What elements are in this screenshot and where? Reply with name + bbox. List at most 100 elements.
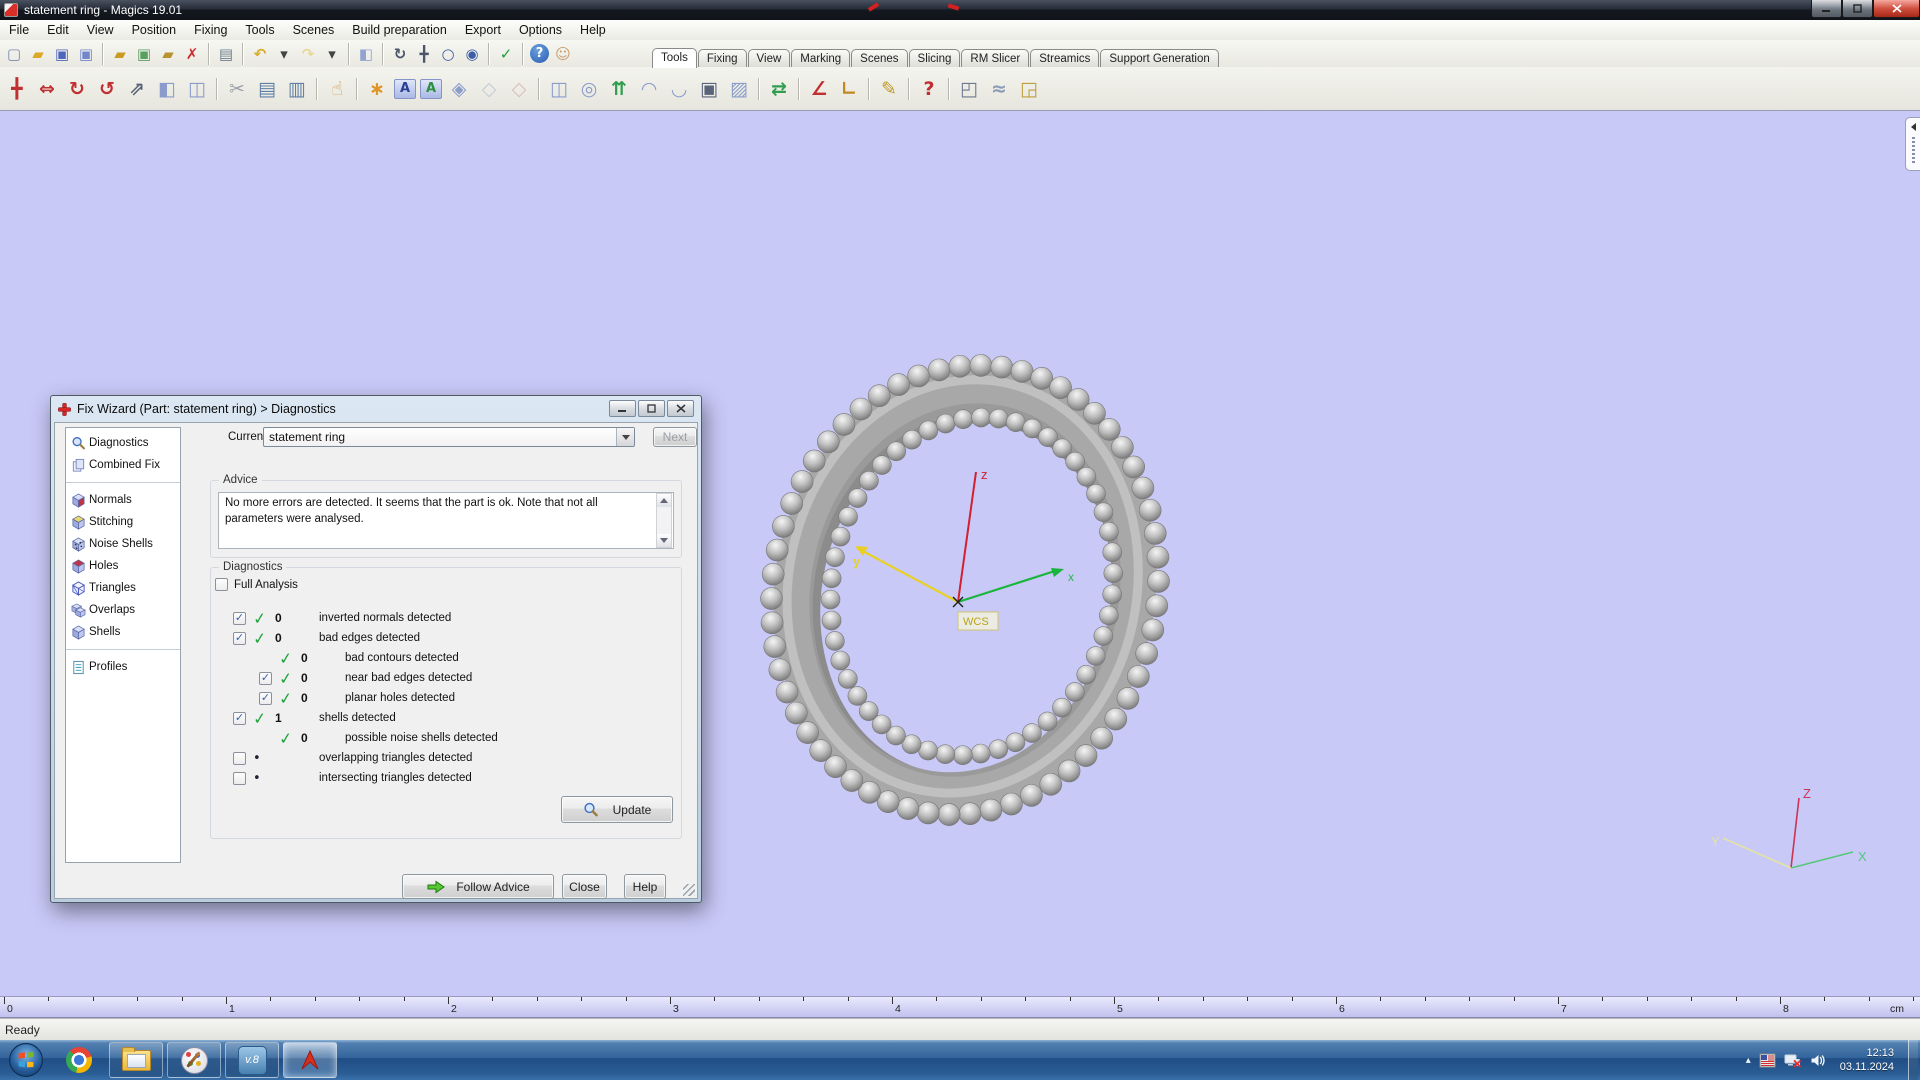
default-views-icon[interactable]: ◧ <box>354 42 378 66</box>
taskbar-explorer-button[interactable] <box>109 1042 163 1078</box>
row-enable-checkbox[interactable]: ✓ <box>233 632 246 645</box>
current-part-dropdown[interactable]: statement ring <box>263 427 635 447</box>
fix-wizard-icon[interactable]: ✓ <box>494 42 518 66</box>
coordinate-system-icon[interactable]: ∟ <box>834 74 864 104</box>
undo-menu-icon[interactable]: ▾ <box>272 42 296 66</box>
network-status-icon[interactable] <box>1784 1053 1802 1068</box>
viewport-side-panel-handle[interactable] <box>1905 117 1920 171</box>
row-enable-checkbox[interactable]: ✓ <box>233 612 246 625</box>
export-part-icon[interactable]: ▰ <box>156 42 180 66</box>
follow-advice-button[interactable]: Follow Advice <box>402 874 554 899</box>
help-button[interactable]: Help <box>624 874 666 899</box>
perforate-icon[interactable]: ▨ <box>724 74 754 104</box>
offset-surface-icon[interactable]: ◠ <box>634 74 664 104</box>
taskbar-clock[interactable]: 12:13 03.11.2024 <box>1840 1046 1894 1075</box>
menu-export[interactable]: Export <box>456 20 510 40</box>
smooth-surface-icon[interactable]: ◡ <box>664 74 694 104</box>
window-maximize-button[interactable] <box>1842 0 1873 18</box>
menu-tools[interactable]: Tools <box>236 20 283 40</box>
tab-scenes[interactable]: Scenes <box>851 49 907 68</box>
menu-scenes[interactable]: Scenes <box>284 20 344 40</box>
boolean-union-icon[interactable]: ◇ <box>474 74 504 104</box>
punch-hole-icon[interactable]: ◎ <box>574 74 604 104</box>
measure-icon[interactable]: ∠ <box>804 74 834 104</box>
plugin-icon[interactable]: ◰ <box>954 74 984 104</box>
row-enable-checkbox[interactable]: ✓ <box>233 712 246 725</box>
zoom-view-icon[interactable]: ○ <box>436 42 460 66</box>
streamics-icon[interactable]: ≈ <box>984 74 1014 104</box>
sidebar-item-shells[interactable]: Shells <box>66 621 180 643</box>
row-enable-checkbox[interactable]: ✓ <box>259 672 272 685</box>
translate-icon[interactable]: ╋ <box>2 74 32 104</box>
edit-triangles-icon[interactable]: ✎ <box>874 74 904 104</box>
scroll-up-icon[interactable] <box>657 494 671 507</box>
save-all-icon[interactable]: ▣ <box>74 42 98 66</box>
align-icon[interactable]: ⇄ <box>764 74 794 104</box>
new-document-icon[interactable]: ▢ <box>2 42 26 66</box>
create-part-icon[interactable]: ∗ <box>362 74 392 104</box>
menu-fixing[interactable]: Fixing <box>185 20 236 40</box>
menu-view[interactable]: View <box>78 20 123 40</box>
remove-part-icon[interactable]: ✗ <box>180 42 204 66</box>
advice-scrollbar[interactable] <box>656 493 672 548</box>
show-desktop-button[interactable] <box>1908 1040 1918 1080</box>
menu-file[interactable]: File <box>0 20 38 40</box>
close-button[interactable]: Close <box>562 874 607 899</box>
taskbar-chrome-button[interactable] <box>53 1043 105 1077</box>
interactive-rotate-icon[interactable]: ↺ <box>92 74 122 104</box>
scroll-down-icon[interactable] <box>657 534 671 547</box>
menu-position[interactable]: Position <box>123 20 185 40</box>
tab-slicing[interactable]: Slicing <box>909 49 961 68</box>
sidebar-item-overlaps[interactable]: Overlaps <box>66 599 180 621</box>
tab-view[interactable]: View <box>748 49 791 68</box>
redo-menu-icon[interactable]: ▾ <box>320 42 344 66</box>
next-button[interactable]: Next <box>653 427 697 447</box>
cut-icon[interactable]: ✂ <box>222 74 252 104</box>
dropdown-arrow-icon[interactable] <box>616 428 634 446</box>
texture-label-icon[interactable]: A <box>420 79 442 99</box>
redo-icon[interactable]: ↷ <box>296 42 320 66</box>
taskbar-v8-button[interactable]: v.8 <box>225 1042 279 1078</box>
copy-icon[interactable]: ▤ <box>252 74 282 104</box>
taskbar-magics-button[interactable] <box>283 1042 337 1078</box>
assistant-icon[interactable]: ☺ <box>551 42 575 66</box>
sidebar-item-stitching[interactable]: Stitching <box>66 511 180 533</box>
tab-marking[interactable]: Marking <box>791 49 850 68</box>
window-close-button[interactable] <box>1873 0 1920 18</box>
sidebar-item-noise-shells[interactable]: Noise Shells <box>66 533 180 555</box>
full-analysis-checkbox[interactable] <box>215 578 228 591</box>
menu-options[interactable]: Options <box>510 20 571 40</box>
extrude-icon[interactable]: ⇈ <box>604 74 634 104</box>
interactive-move-icon[interactable]: ⇔ <box>32 74 62 104</box>
dialog-minimize-button[interactable] <box>609 400 636 417</box>
update-button[interactable]: Update <box>561 796 673 823</box>
part-information-icon[interactable]: ? <box>914 74 944 104</box>
taskbar-paint-button[interactable] <box>167 1042 221 1078</box>
sidebar-item-holes[interactable]: Holes <box>66 555 180 577</box>
print-icon[interactable]: ▤ <box>214 42 238 66</box>
save-icon[interactable]: ▣ <box>50 42 74 66</box>
pan-view-icon[interactable]: ╋ <box>412 42 436 66</box>
open-folder-icon[interactable]: ▰ <box>26 42 50 66</box>
paste-icon[interactable]: ▥ <box>282 74 312 104</box>
section-view-icon[interactable]: ◫ <box>544 74 574 104</box>
sidebar-item-diagnostics[interactable]: Diagnostics <box>66 432 180 454</box>
grab-part-icon[interactable]: ☝ <box>322 74 352 104</box>
row-enable-checkbox[interactable] <box>233 752 246 765</box>
menu-edit[interactable]: Edit <box>38 20 78 40</box>
zoom-box-icon[interactable]: ◉ <box>460 42 484 66</box>
dialog-titlebar[interactable]: Fix Wizard (Part: statement ring) > Diag… <box>51 396 701 422</box>
tab-streamics[interactable]: Streamics <box>1030 49 1099 68</box>
undo-icon[interactable]: ↶ <box>248 42 272 66</box>
mirror-icon[interactable]: ◧ <box>152 74 182 104</box>
duplicate-icon[interactable]: ◫ <box>182 74 212 104</box>
dialog-restore-button[interactable] <box>638 400 665 417</box>
sidebar-item-normals[interactable]: Normals <box>66 489 180 511</box>
tab-tools[interactable]: Tools <box>652 48 697 68</box>
tab-rm-slicer[interactable]: RM Slicer <box>961 49 1029 68</box>
help-icon[interactable]: ? <box>530 44 549 63</box>
tray-expand-icon[interactable]: ▴ <box>1746 1055 1751 1066</box>
sidebar-item-profiles[interactable]: Profiles <box>66 656 180 678</box>
tab-fixing[interactable]: Fixing <box>698 49 747 68</box>
menu-build-preparation[interactable]: Build preparation <box>343 20 456 40</box>
